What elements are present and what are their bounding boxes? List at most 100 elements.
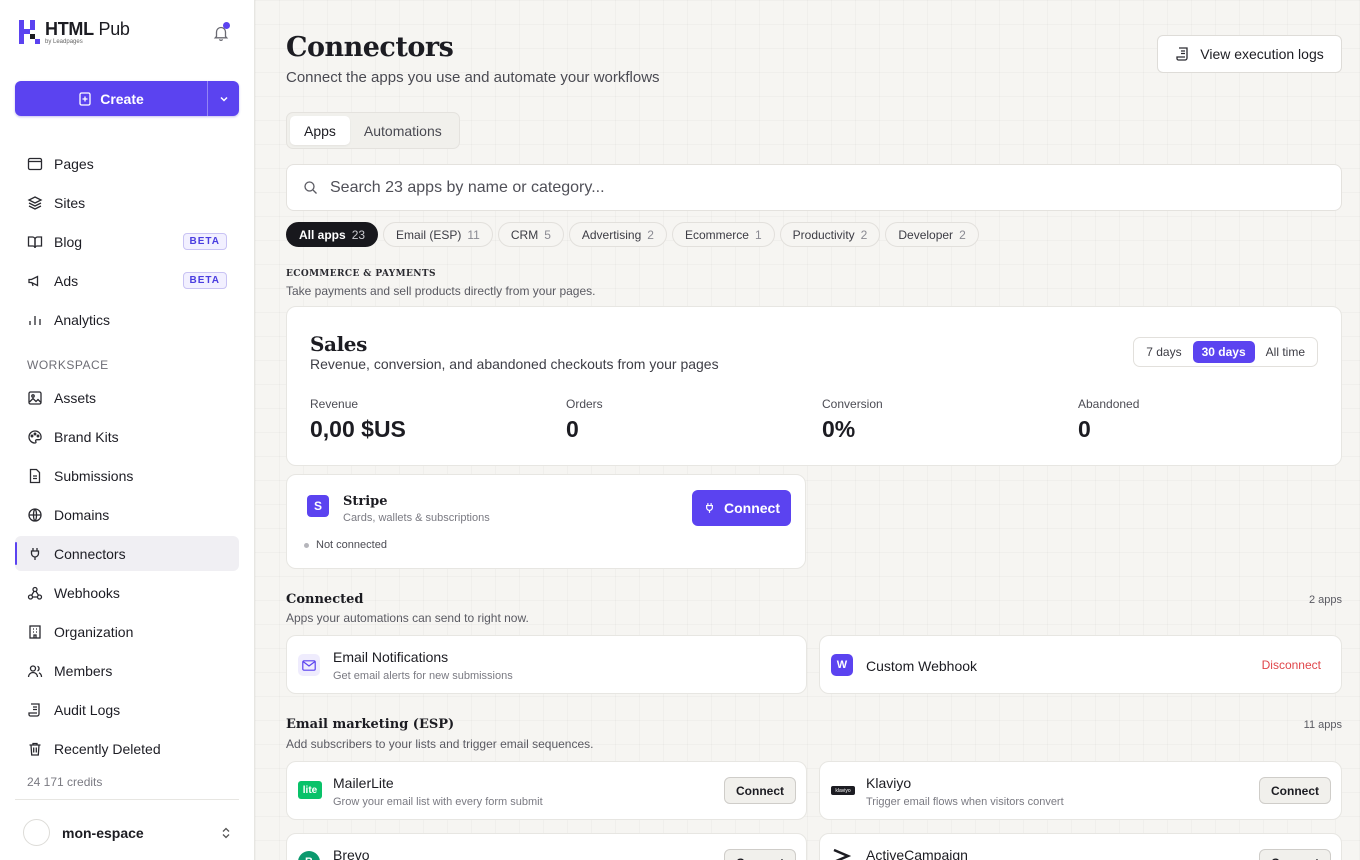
sidebar-item-label: Analytics <box>54 311 111 328</box>
app-card-klaviyo[interactable]: klaviyo Klaviyo Trigger email flows when… <box>819 761 1342 820</box>
filter-chip-productivity[interactable]: Productivity 2 <box>779 222 881 247</box>
filter-chip-ecommerce[interactable]: Ecommerce 1 <box>671 222 775 247</box>
app-card-email-notifications[interactable]: Email Notifications Get email alerts for… <box>286 635 807 694</box>
sidebar-item-label: Brand Kits <box>54 428 119 445</box>
book-open-icon <box>26 233 43 250</box>
filter-count: 1 <box>754 227 762 242</box>
building-icon <box>26 623 43 640</box>
app-name: Email Notifications <box>333 649 449 665</box>
main-nav: Pages Sites Blog BETA Ads BETA Analytics <box>15 146 239 341</box>
sidebar-item-label: Webhooks <box>54 584 120 601</box>
notification-dot <box>223 22 230 29</box>
scroll-icon <box>1176 47 1188 61</box>
webhook-icon <box>26 584 43 601</box>
logo[interactable]: HTML Pub by Leadpages <box>19 18 130 46</box>
filter-label: Advertising <box>581 227 642 242</box>
sidebar-item-blog[interactable]: Blog BETA <box>15 224 239 259</box>
sidebar-item-label: Members <box>54 662 113 679</box>
stripe-status-label: Not connected <box>316 539 387 551</box>
sidebar-item-label: Domains <box>54 506 110 523</box>
sidebar-item-webhooks[interactable]: Webhooks <box>15 575 239 610</box>
filter-chip-email-esp[interactable]: Email (ESP) 11 <box>383 222 493 247</box>
app-name: Klaviyo <box>866 775 912 791</box>
stripe-card: S Stripe Cards, wallets & subscriptions … <box>286 474 806 569</box>
range-30-days[interactable]: 30 days <box>1192 341 1255 363</box>
metric-conversion: Conversion 0% <box>822 397 883 443</box>
browser-window-icon <box>26 155 43 172</box>
app-card-brevo[interactable]: B Brevo Connect <box>286 833 807 860</box>
connect-button[interactable]: Connect <box>724 777 796 804</box>
filter-label: Productivity <box>792 227 855 242</box>
workspace-switcher[interactable]: mon-espace <box>23 819 231 846</box>
sidebar-item-label: Ads <box>54 272 79 289</box>
filter-chip-crm[interactable]: CRM 5 <box>497 222 564 247</box>
brand-byline: by Leadpages <box>45 38 83 45</box>
view-execution-logs-label: View execution logs <box>1200 46 1324 62</box>
connect-button[interactable]: Connect <box>1259 777 1331 804</box>
sidebar-item-ads[interactable]: Ads BETA <box>15 263 239 298</box>
create-button-group: Create <box>15 81 239 116</box>
sidebar-item-audit-logs[interactable]: Audit Logs <box>15 692 239 727</box>
workspace-name: mon-espace <box>62 824 144 841</box>
filter-label: Email (ESP) <box>396 227 462 242</box>
sidebar-item-members[interactable]: Members <box>15 653 239 688</box>
sidebar-item-sites[interactable]: Sites <box>15 185 239 220</box>
sidebar-item-pages[interactable]: Pages <box>15 146 239 181</box>
notifications-bell-icon[interactable] <box>212 22 230 42</box>
filter-chip-advertising[interactable]: Advertising 2 <box>568 222 667 247</box>
section-count-esp: 11 apps <box>1303 719 1342 731</box>
connect-button[interactable]: Connect <box>1259 849 1331 860</box>
category-filters: All apps 23 Email (ESP) 11 CRM 5 Advertisin… <box>286 222 979 247</box>
filter-chip-developer[interactable]: Developer 2 <box>885 222 979 247</box>
app-card-mailerlite[interactable]: lite MailerLite Grow your email list wit… <box>286 761 807 820</box>
tab-apps[interactable]: Apps <box>290 116 350 145</box>
app-card-activecampaign[interactable]: ActiveCampaign Connect <box>819 833 1342 860</box>
sidebar-item-submissions[interactable]: Submissions <box>15 458 239 493</box>
sidebar-item-domains[interactable]: Domains <box>15 497 239 532</box>
mailerlite-logo-icon: lite <box>298 781 322 799</box>
create-dropdown-toggle[interactable] <box>207 81 239 116</box>
status-dot-icon <box>304 542 309 548</box>
metric-value: 0,00 $US <box>310 416 406 442</box>
megaphone-icon <box>26 272 43 289</box>
beta-badge: BETA <box>182 272 227 289</box>
sidebar-item-assets[interactable]: Assets <box>15 380 239 415</box>
sidebar-item-analytics[interactable]: Analytics <box>15 302 239 337</box>
range-7-days[interactable]: 7 days <box>1137 341 1190 363</box>
sidebar-item-connectors[interactable]: Connectors <box>15 536 239 571</box>
scroll-icon <box>26 701 43 718</box>
connect-button[interactable]: Connect <box>724 849 796 860</box>
app-description: Trigger email flows when visitors conver… <box>866 796 1064 808</box>
sidebar-item-recently-deleted[interactable]: Recently Deleted <box>15 731 239 766</box>
search-icon <box>304 181 317 194</box>
view-execution-logs-button[interactable]: View execution logs <box>1157 35 1342 73</box>
beta-badge: BETA <box>182 233 227 250</box>
app-card-custom-webhook[interactable]: W Custom Webhook Disconnect <box>819 635 1342 694</box>
stripe-connect-button[interactable]: Connect <box>692 490 791 526</box>
section-subtitle-esp: Add subscribers to your lists and trigge… <box>286 737 594 751</box>
sidebar-item-label: Assets <box>54 389 97 406</box>
range-all-time[interactable]: All time <box>1257 341 1314 363</box>
sidebar-item-label: Pages <box>54 155 94 172</box>
envelope-icon <box>298 654 320 676</box>
tab-automations[interactable]: Automations <box>350 116 456 145</box>
stripe-name: Stripe <box>343 494 388 509</box>
filter-count: 5 <box>544 227 551 242</box>
trash-icon <box>26 740 43 757</box>
sidebar-item-label: Blog <box>54 233 83 250</box>
disconnect-button[interactable]: Disconnect <box>1262 658 1321 672</box>
new-document-icon <box>79 91 91 106</box>
search-input[interactable] <box>330 178 1341 197</box>
brand-name-light: Pub <box>93 18 130 39</box>
plug-icon <box>26 545 43 562</box>
metric-label: Revenue <box>310 397 359 411</box>
filter-chip-all-apps[interactable]: All apps 23 <box>286 222 379 247</box>
sidebar-item-brand-kits[interactable]: Brand Kits <box>15 419 239 454</box>
filter-count: 2 <box>860 227 868 242</box>
workspace-nav: Assets Brand Kits Submissions Domains Co… <box>15 380 239 770</box>
metric-label: Orders <box>566 397 603 411</box>
sidebar-item-organization[interactable]: Organization <box>15 614 239 649</box>
bar-chart-icon <box>26 311 43 328</box>
app-description: Grow your email list with every form sub… <box>333 796 543 808</box>
create-button[interactable]: Create <box>15 81 207 116</box>
